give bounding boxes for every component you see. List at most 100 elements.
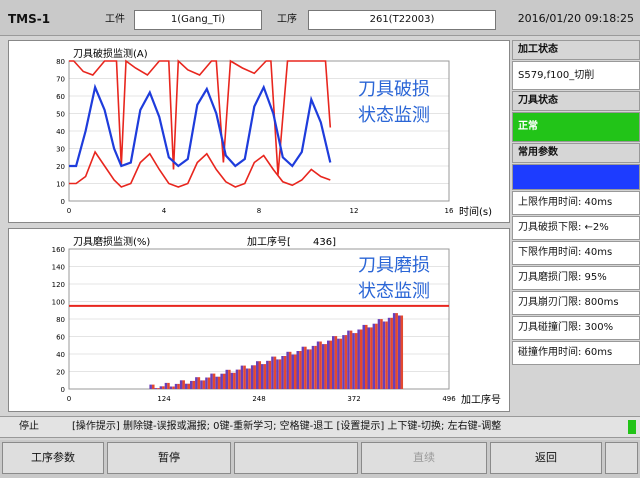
wear-bar <box>182 380 185 389</box>
wear-bar <box>266 360 269 389</box>
sidebar-row[interactable] <box>512 164 640 190</box>
sidebar-row: 刀具磨损门限: 95% <box>512 266 640 290</box>
sidebar-row: 正常 <box>512 112 640 142</box>
wear-bar <box>154 388 158 389</box>
sequence-value: 436] <box>313 237 336 248</box>
x-tick-label: 372 <box>347 395 360 403</box>
wear-bar <box>245 368 249 389</box>
continue-button[interactable]: 直续 <box>361 442 487 474</box>
wear-bar <box>370 327 373 389</box>
status-bar: 停止 [操作提示] 删除键-误报或漏报; 0键-重新学习; 空格键-退工 [设置… <box>0 416 640 438</box>
wear-bar <box>339 338 343 389</box>
y-tick-label: 30 <box>56 146 65 154</box>
sidebar-row: 碰撞作用时间: 60ms <box>512 341 640 365</box>
wear-bar <box>311 345 315 389</box>
process-label: 工序 <box>277 14 297 25</box>
y-tick-label: 60 <box>56 93 65 101</box>
process-field[interactable]: 261(T22003) <box>308 10 496 30</box>
sidebar-row: 下限作用时间: 40ms <box>512 241 640 265</box>
wear-bar <box>288 351 292 389</box>
sidebar-row: S579,f100_切削 <box>512 61 640 90</box>
wear-bar <box>321 344 325 389</box>
wear-bar <box>271 356 274 389</box>
wear-bar <box>332 336 335 389</box>
wear-bar <box>324 344 327 389</box>
wear-bar <box>329 340 333 389</box>
wear-bar <box>283 356 287 389</box>
wear-bar <box>395 313 398 389</box>
wear-bar <box>296 351 300 389</box>
wear-bar <box>278 359 282 389</box>
y-tick-label: 0 <box>61 198 65 206</box>
y-tick-label: 20 <box>56 163 65 171</box>
wear-bar <box>159 386 163 389</box>
process-params-button[interactable]: 工序参数 <box>2 442 104 474</box>
blank-button-2[interactable] <box>605 442 638 474</box>
wear-bar <box>365 324 368 389</box>
wear-x-axis-label: 加工序号 <box>461 393 501 406</box>
status-sidebar: 加工状态 S579,f100_切削 刀具状态 正常 常用参数 上限作用时间: 40ms 刀具… <box>512 40 640 410</box>
x-tick-label: 8 <box>257 207 261 215</box>
wear-bar <box>248 368 251 389</box>
wear-bar <box>202 380 206 389</box>
y-tick-label: 100 <box>52 299 65 307</box>
y-tick-label: 10 <box>56 181 65 189</box>
series-line-1 <box>69 83 332 168</box>
wear-annotation-line2: 状态监测 <box>358 281 430 302</box>
wear-chart-panel: 0 20 40 60 80 100 120 140 160 0 124 248 372 496 刀具磨损监… <box>8 228 510 412</box>
wear-bar <box>367 327 371 389</box>
wear-bar <box>387 317 391 389</box>
sidebar-row: 常用参数 <box>512 143 640 163</box>
wear-bar <box>291 354 295 389</box>
wear-bar <box>164 382 168 389</box>
breakage-annotation-line1: 刀具破损 <box>358 79 430 100</box>
y-tick-label: 120 <box>52 281 65 289</box>
wear-bar <box>319 341 322 389</box>
wear-bar <box>286 351 289 389</box>
wear-bar <box>327 340 330 389</box>
wear-bar <box>359 329 363 389</box>
breakage-chart-panel: 0 10 20 30 40 50 60 70 80 0 4 8 12 16 刀具破损监测(A) 刀具破损 … <box>8 40 510 223</box>
wear-bar <box>230 372 234 389</box>
x-tick-label: 124 <box>157 395 171 403</box>
y-tick-label: 40 <box>56 351 65 359</box>
pause-button[interactable]: 暂停 <box>107 442 231 474</box>
wear-bar <box>235 369 239 389</box>
y-tick-label: 140 <box>52 264 65 272</box>
wear-bar <box>200 380 203 389</box>
y-tick-label: 160 <box>52 246 65 254</box>
x-tick-label: 16 <box>445 207 454 215</box>
wear-bar <box>301 346 305 389</box>
wear-bar <box>258 361 262 389</box>
wear-bar <box>349 330 353 389</box>
x-tick-label: 496 <box>442 395 456 403</box>
breakage-x-axis-label: 时间(s) <box>459 205 492 218</box>
wear-bar <box>362 324 366 389</box>
y-tick-label: 60 <box>56 334 65 342</box>
wear-bar <box>192 380 196 389</box>
back-button[interactable]: 返回 <box>490 442 602 474</box>
breakage-annotation-line2: 状态监测 <box>358 105 430 126</box>
wear-bar <box>217 376 221 389</box>
wear-bar <box>225 369 229 389</box>
sidebar-row: 刀具破损下限: ←2% <box>512 216 640 240</box>
y-tick-label: 80 <box>56 58 65 66</box>
machine-state: 停止 <box>19 421 39 432</box>
wear-bar <box>263 364 267 389</box>
wear-bar <box>342 335 345 389</box>
sidebar-row: 刀具崩刃门限: 800ms <box>512 291 640 315</box>
wear-annotation-line1: 刀具磨损 <box>358 255 430 276</box>
workpiece-field[interactable]: 1(Gang_Ti) <box>134 10 262 30</box>
y-tick-label: 50 <box>56 111 65 119</box>
wear-bar <box>177 383 180 389</box>
wear-bar <box>261 364 264 389</box>
wear-bar <box>316 341 320 389</box>
blank-button-1[interactable] <box>234 442 358 474</box>
wear-bar <box>215 376 218 389</box>
wear-bar <box>352 333 355 389</box>
wear-bar <box>273 356 277 389</box>
wear-bar <box>276 359 279 389</box>
series-line-2 <box>69 150 331 188</box>
wear-bar <box>205 377 208 389</box>
wear-bar <box>268 360 272 389</box>
